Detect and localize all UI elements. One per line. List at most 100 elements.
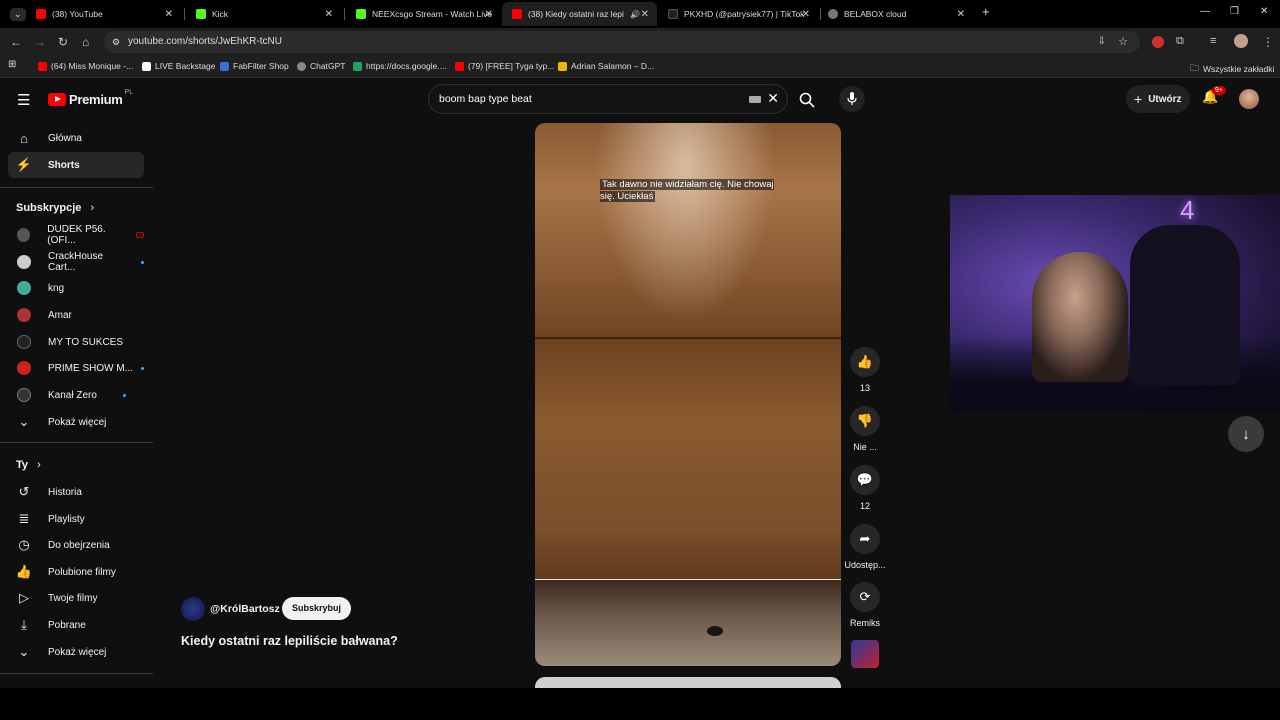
short-title: Kiedy ostatni raz lepiliście bałwana? [181,634,398,648]
browser-tab[interactable]: PKXHD (@patrysiek77) | TikTok ✕ [658,4,818,24]
bookmark-item[interactable]: LIVE Backstage [142,61,215,71]
folder-icon: 🗀 [1190,63,1200,73]
search-input[interactable]: boom bap type beat [439,93,532,105]
comments-button[interactable]: 💬 12 [843,465,887,511]
sidebar-item-liked[interactable]: 👍 Polubione filmy [8,559,144,585]
search-icon [799,92,815,108]
channel-avatar[interactable] [181,597,205,621]
new-tab-icon[interactable]: + [982,4,990,19]
home-icon[interactable]: ⌂ [82,35,89,49]
all-bookmarks[interactable]: 🗀 Wszystkie zakładki [1190,61,1274,77]
browser-tab-active[interactable]: (38) Kiedy ostatni raz lepiliś 🔊 ✕ [502,2,657,26]
media-control-icon[interactable]: ≡ [1210,35,1216,47]
sidebar-item-home[interactable]: ⌂ Główna [8,125,144,151]
sidebar-item-your-videos[interactable]: ▷ Twoje filmy [8,585,144,611]
bookmark-item[interactable]: (64) Miss Monique -... [38,61,133,71]
apps-grid-icon[interactable]: ⊞ [8,59,16,70]
forward-icon[interactable]: → [34,35,46,49]
bookmarks-bar: ⊞ (64) Miss Monique -... LIVE Backstage … [0,56,1280,78]
more-menu-icon[interactable]: ⋮ [1262,35,1274,49]
sidebar-item-subscription[interactable]: Amar [8,302,144,328]
account-avatar[interactable] [1239,89,1259,109]
reload-icon[interactable]: ↻ [58,35,68,49]
short-video-player[interactable]: Tak dawno nie widziałam cię. Nie chowaj … [535,123,841,666]
browser-tab[interactable]: Kick ✕ [186,4,341,24]
sidebar-item-playlists[interactable]: ≣ Playlisty [8,506,144,532]
subscribe-button[interactable]: Subskrybuj [282,597,352,620]
sidebar-item-shorts[interactable]: ⚡ Shorts [8,152,144,178]
youtube-favicon-icon [36,9,46,19]
live-indicator-icon [136,232,144,238]
bookmark-item[interactable]: ChatGPT [297,61,345,71]
browser-tab[interactable]: (38) YouTube ✕ [26,4,181,24]
new-content-dot [141,260,144,264]
url-bar[interactable]: ⚙ youtube.com/shorts/JwEhKR-tcNU ⇩ ☆ [104,31,1140,53]
channel-avatar [17,308,31,322]
like-button[interactable]: 👍 13 [843,347,887,393]
dislike-button[interactable]: 👎 Nie ... [843,406,887,452]
sidebar-item-subscription[interactable]: CrackHouse Cart... [8,249,144,275]
video-caption: Tak dawno nie widziałam cię. Nie chowaj … [600,179,774,202]
next-short-button[interactable]: ↓ [1228,416,1264,452]
new-content-dot [141,366,144,370]
watch-later-icon: ◷ [18,537,30,552]
close-tab-icon[interactable]: ✕ [485,9,493,20]
back-icon[interactable]: ← [10,35,22,49]
keyboard-icon[interactable] [749,96,761,103]
bookmark-item[interactable]: (79) [FREE] Tyga typ... [455,61,554,71]
close-tab-icon[interactable]: ✕ [957,9,965,20]
new-content-dot [122,393,126,397]
bookmark-item[interactable]: FabFilter Shop [220,61,289,71]
sidebar-item-watch-later[interactable]: ◷ Do obejrzenia [8,532,144,558]
close-window-icon[interactable]: ✕ [1260,6,1268,17]
site-info-icon[interactable]: ⚙ [112,31,120,53]
sidebar-item-subscription[interactable]: DUDEK P56. (OFI... [8,222,144,248]
sidebar-item-downloads[interactable]: ⤓ Pobrane [8,612,144,638]
search-button[interactable] [790,85,824,115]
extension-icon[interactable] [1152,36,1164,48]
bookmark-item[interactable]: https://docs.google.... [353,61,447,71]
chevron-down-icon: ⌄ [18,644,30,659]
sidebar-item-subscription[interactable]: PRIME SHOW M... [8,355,144,381]
remix-icon: ⟳ [850,582,880,612]
channel-name[interactable]: @KrólBartosz [210,603,280,615]
search-box[interactable]: boom bap type beat ✕ [428,84,788,114]
sound-thumbnail[interactable] [851,640,879,668]
minimize-icon[interactable]: — [1200,6,1210,17]
gaming-chair [1130,225,1240,385]
clear-search-icon[interactable]: ✕ [767,90,779,107]
tab-list-button[interactable]: ⌄ [0,4,26,24]
profile-avatar[interactable] [1234,34,1248,48]
create-button[interactable]: + Utwórz [1126,85,1190,113]
sidebar-show-more[interactable]: ⌄ Pokaż więcej [8,639,144,665]
voice-search-button[interactable] [839,86,865,112]
browser-tab[interactable]: BELABOX cloud ✕ [818,4,973,24]
remix-button[interactable]: ⟳ Remiks [843,582,887,628]
extensions-puzzle-icon[interactable]: ⧉ [1176,35,1184,48]
address-toolbar: ← → ↻ ⌂ ⚙ youtube.com/shorts/JwEhKR-tcNU … [0,28,1280,56]
sidebar-item-subscription[interactable]: kng [8,275,144,301]
bookmark-star-icon[interactable]: ☆ [1118,31,1128,53]
close-tab-icon[interactable]: ✕ [325,9,333,20]
you-header[interactable]: Ty › [16,459,41,471]
youtube-app: ☰ Premium PL boom bap type beat ✕ + Utwór… [0,80,1280,697]
close-tab-icon[interactable]: ✕ [802,9,810,20]
channel-avatar [17,255,31,269]
sidebar-show-more[interactable]: ⌄ Pokaż więcej [8,409,144,435]
thumbs-up-icon: 👍 [15,564,33,579]
speaker-icon[interactable]: 🔊 [630,10,640,19]
browser-tab[interactable]: NEEXcsgo Stream - Watch Live ✕ [346,4,501,24]
download-icon: ⤓ [21,617,27,632]
maximize-icon[interactable]: ❐ [1230,6,1239,17]
your-videos-icon: ▷ [19,590,29,605]
sidebar-item-subscription[interactable]: MY TO SUKCES [8,329,144,355]
close-tab-icon[interactable]: ✕ [641,9,649,20]
sidebar-item-subscription[interactable]: Kanał Zero [8,382,144,408]
bookmark-item[interactable]: Adrian Salamon – D... [558,61,654,71]
share-button[interactable]: ➦ Udostęp... [843,524,887,570]
tiktok-favicon-icon [668,9,678,19]
subscriptions-header[interactable]: Subskrypcje › [16,202,94,214]
sidebar-item-history[interactable]: ↺ Historia [8,479,144,505]
close-tab-icon[interactable]: ✕ [165,9,173,20]
install-icon[interactable]: ⇩ [1098,31,1106,53]
